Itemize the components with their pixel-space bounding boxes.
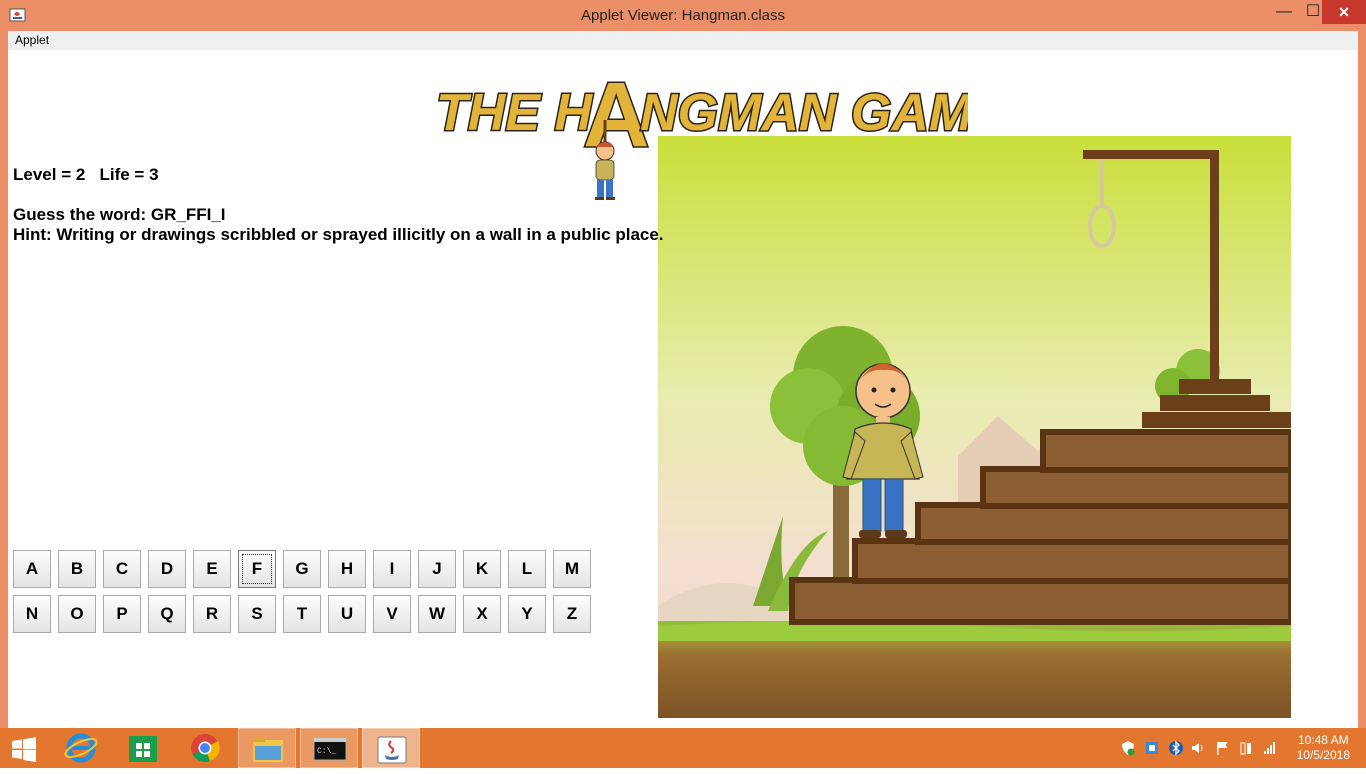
applet-viewer-window: Applet Viewer: Hangman.class — ☐ ✕ Apple… [0, 0, 1366, 768]
volume-tray-icon[interactable] [1190, 740, 1206, 756]
network-settings-tray-icon[interactable] [1144, 740, 1160, 756]
system-clock[interactable]: 10:48 AM 10/5/2018 [1297, 733, 1350, 763]
chrome-icon[interactable] [179, 728, 231, 768]
command-prompt-icon: C:\_ [313, 737, 347, 761]
window-client-area: Applet THE H A NGMAN GAME Leve [8, 31, 1358, 728]
letter-key-v[interactable]: V [373, 595, 411, 633]
store-icon[interactable] [117, 728, 169, 768]
start-icon[interactable] [0, 728, 50, 768]
internet-explorer-icon[interactable] [55, 728, 107, 768]
hint-text: Hint: Writing or drawings scribbled or s… [13, 225, 664, 244]
letter-key-z[interactable]: Z [553, 595, 591, 633]
menu-applet[interactable]: Applet [15, 33, 49, 47]
letter-key-k[interactable]: K [463, 550, 501, 588]
letter-key-w[interactable]: W [418, 595, 456, 633]
letter-key-x[interactable]: X [463, 595, 501, 633]
wifi-signal-tray-icon[interactable] [1262, 740, 1278, 756]
letter-key-s[interactable]: S [238, 595, 276, 633]
letter-key-l[interactable]: L [508, 550, 546, 588]
file-explorer-taskbar-item[interactable] [238, 728, 296, 768]
letter-key-a[interactable]: A [13, 550, 51, 588]
shield-tray-icon[interactable] [1120, 740, 1136, 756]
logo-text-right: NGMAN GAME [640, 84, 968, 142]
hangman-applet: THE H A NGMAN GAME Level = 2 Life = 3 Gu… [8, 50, 1358, 728]
letter-key-u[interactable]: U [328, 595, 366, 633]
clock-date: 10/5/2018 [1296, 748, 1350, 762]
letter-key-p[interactable]: P [103, 595, 141, 633]
power-tray-icon[interactable] [1238, 740, 1254, 756]
letter-key-r[interactable]: R [193, 595, 231, 633]
letter-key-q[interactable]: Q [148, 595, 186, 633]
svg-text:C:\_: C:\_ [317, 747, 336, 756]
window-title: Applet Viewer: Hangman.class [581, 7, 785, 24]
taskbar: C:\_ 10:48 AM 10/5/2018 [0, 728, 1366, 768]
letter-key-h[interactable]: H [328, 550, 366, 588]
letter-key-n[interactable]: N [13, 595, 51, 633]
java-taskbar-item[interactable] [362, 728, 420, 768]
title-bar[interactable]: Applet Viewer: Hangman.class — ☐ ✕ [0, 0, 1366, 31]
letter-key-j[interactable]: J [418, 550, 456, 588]
letter-key-e[interactable]: E [193, 550, 231, 588]
letter-key-b[interactable]: B [58, 550, 96, 588]
letter-key-y[interactable]: Y [508, 595, 546, 633]
clock-time: 10:48 AM [1297, 733, 1349, 747]
gallows-scene-image [658, 136, 1291, 718]
letter-key-f[interactable]: F [238, 550, 276, 588]
guess-word-display: Guess the word: GR_FFI_I [13, 205, 226, 224]
menu-bar: Applet [8, 31, 1358, 50]
letter-key-t[interactable]: T [283, 595, 321, 633]
level-life-status: Level = 2 Life = 3 [13, 165, 159, 184]
java-icon [377, 736, 407, 764]
close-button[interactable]: ✕ [1322, 0, 1366, 24]
logo-text-left: THE H [436, 84, 593, 142]
letter-key-o[interactable]: O [58, 595, 96, 633]
action-center-flag-icon[interactable] [1214, 740, 1230, 756]
bluetooth-tray-icon[interactable] [1168, 740, 1184, 756]
letter-key-g[interactable]: G [283, 550, 321, 588]
file-explorer-icon [253, 737, 283, 762]
letter-key-c[interactable]: C [103, 550, 141, 588]
letter-key-d[interactable]: D [148, 550, 186, 588]
command-prompt-taskbar-item[interactable]: C:\_ [300, 728, 358, 768]
letter-key-m[interactable]: M [553, 550, 591, 588]
letter-key-i[interactable]: I [373, 550, 411, 588]
